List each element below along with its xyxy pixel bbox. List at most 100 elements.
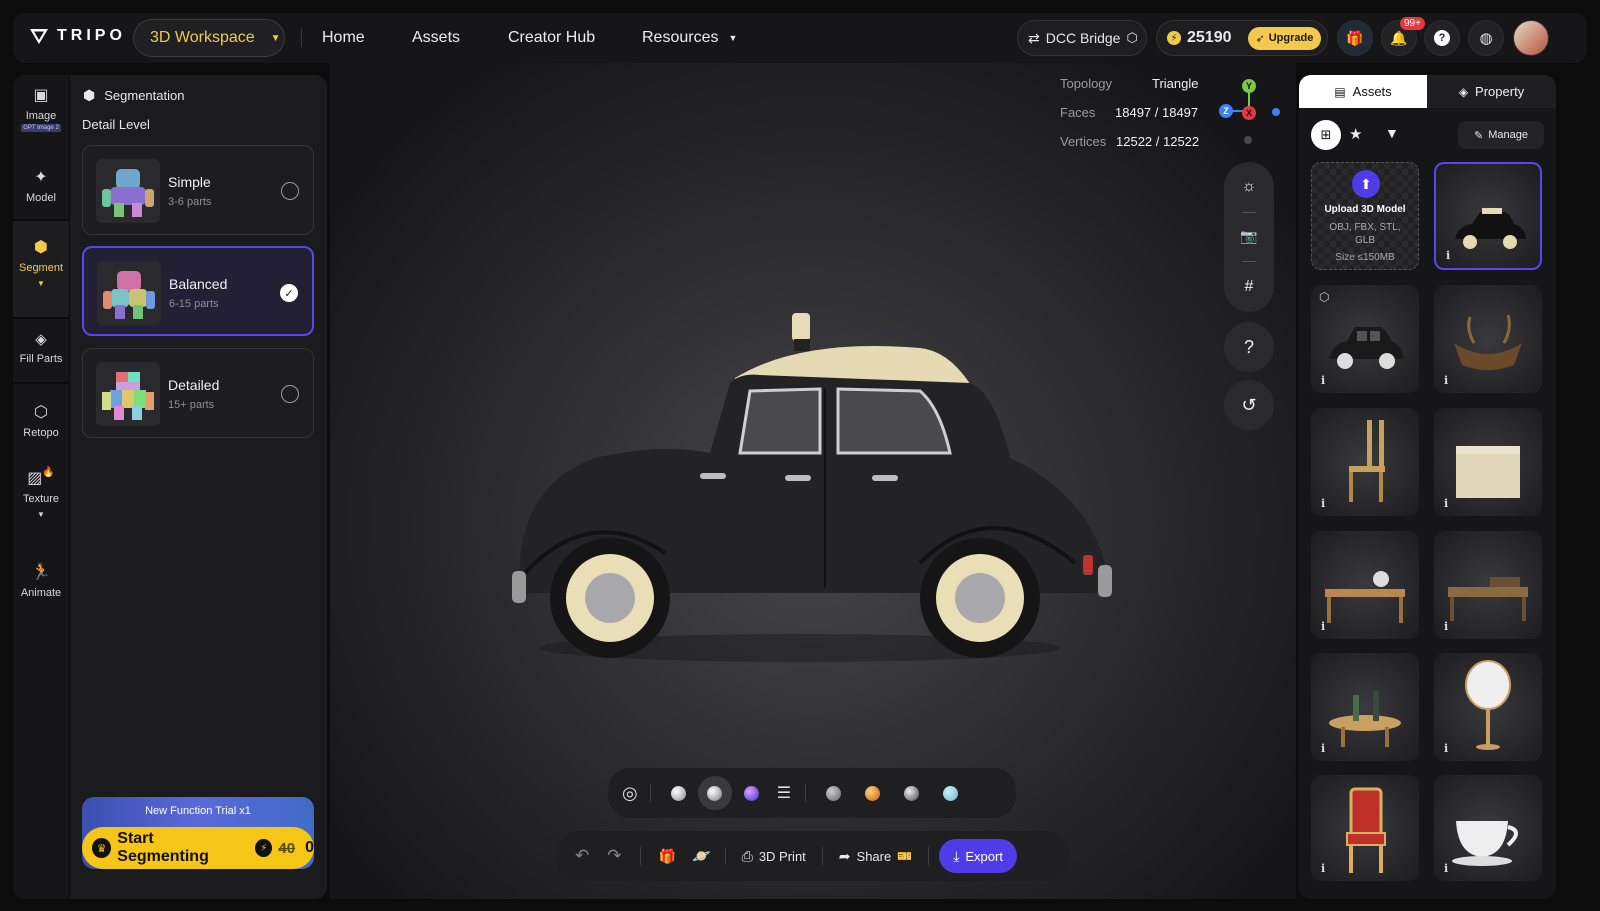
asset-card-taxi-selected[interactable]: i <box>1434 162 1542 270</box>
gift-icon[interactable]: 🎁 <box>659 848 676 865</box>
tripo-logo[interactable]: TRIPO <box>29 27 126 45</box>
asset-card-throne[interactable]: i <box>1311 775 1419 881</box>
rocket-icon: ➶ <box>1255 32 1265 45</box>
tab-property[interactable]: ◈ Property <box>1427 75 1556 108</box>
sidebar-item-texture[interactable]: ▨🔥 Texture ▼ <box>13 467 69 519</box>
export-button[interactable]: ⤓ Export <box>939 839 1017 873</box>
help-button[interactable]: ? <box>1424 20 1460 56</box>
archive-icon: ▤ <box>1334 84 1346 99</box>
camera-icon[interactable]: 📷 <box>1240 228 1257 245</box>
sidebar-item-animate[interactable]: 🏃 Animate <box>13 562 69 599</box>
start-segmenting-button[interactable]: ♛ Start Segmenting ⚡ 40 0 <box>82 827 314 869</box>
asset-card-chair[interactable]: i <box>1311 408 1419 516</box>
info-icon[interactable]: i <box>1444 374 1448 387</box>
nav-assets[interactable]: Assets <box>412 29 460 47</box>
writing-desk-thumbnail <box>1448 577 1528 621</box>
option-radio-checked[interactable]: ✓ <box>280 284 298 302</box>
asset-card-car[interactable]: ⬡ i <box>1311 285 1419 393</box>
user-avatar[interactable] <box>1513 20 1549 56</box>
asset-card-chest[interactable]: i <box>1434 408 1542 516</box>
upload-formats: OBJ, FBX, STL, GLB <box>1329 222 1401 246</box>
asset-card-boat[interactable]: i <box>1434 285 1542 393</box>
language-button[interactable]: ◍ <box>1468 20 1504 56</box>
info-icon[interactable]: i <box>1444 742 1448 755</box>
info-icon[interactable]: i <box>1444 862 1448 875</box>
tool-divider <box>1242 261 1256 263</box>
info-icon[interactable]: i <box>1321 620 1325 633</box>
3d-car-model[interactable] <box>500 303 1120 673</box>
view-tools-group: ☼ 📷 # <box>1224 162 1274 312</box>
upload-arrow-icon: ⬆ <box>1352 170 1380 198</box>
grid-hash-icon[interactable]: # <box>1245 278 1254 296</box>
sidebar-item-fill-parts[interactable]: ◈ Fill Parts <box>13 330 69 365</box>
upgrade-button[interactable]: ➶ Upgrade <box>1247 26 1322 50</box>
dcc-bridge-button[interactable]: ⇄ DCC Bridge ⬡ <box>1017 20 1147 56</box>
asset-card-table-bottles[interactable]: i <box>1311 653 1419 761</box>
asset-card-writing-desk[interactable]: i <box>1434 531 1542 639</box>
clay-sphere-button[interactable] <box>697 776 732 810</box>
undo-icon[interactable]: ↶ <box>575 846 589 866</box>
wireframe-globe-icon[interactable]: ◎ <box>622 783 638 804</box>
axis-gizmo[interactable]: Y Z X <box>1214 77 1284 144</box>
upload-model-card[interactable]: ⬆ Upload 3D Model OBJ, FBX, STL, GLB Siz… <box>1311 162 1419 270</box>
cube-icon: ⬡ <box>1126 30 1138 45</box>
sidebar-item-image[interactable]: ▣ Image GPT Image 2 <box>13 85 69 132</box>
metal-sphere-icon[interactable] <box>904 785 920 801</box>
gift-button[interactable]: 🎁 <box>1337 20 1373 56</box>
taxi-thumbnail <box>1455 208 1526 249</box>
option-radio[interactable] <box>281 182 299 200</box>
redo-icon[interactable]: ↷ <box>607 846 621 866</box>
nav-creator-hub[interactable]: Creator Hub <box>508 29 595 47</box>
normal-sphere-icon[interactable] <box>743 785 759 801</box>
help-tool-button[interactable]: ? <box>1224 322 1274 372</box>
asset-card-desk[interactable]: i <box>1311 531 1419 639</box>
filter-all-button[interactable]: ⊞ <box>1311 120 1341 150</box>
flame-icon: 🔥 <box>42 467 55 478</box>
info-icon[interactable]: i <box>1444 497 1448 510</box>
tab-assets[interactable]: ▤ Assets <box>1299 75 1427 108</box>
faces-stat: Faces 18497 / 18497 <box>1060 105 1200 123</box>
detail-option-detailed[interactable]: Detailed 15+ parts <box>82 348 314 438</box>
info-icon[interactable]: i <box>1321 497 1325 510</box>
share-arrow-icon: ➦ <box>838 847 851 864</box>
logo-text: TRIPO <box>57 27 126 44</box>
info-icon[interactable]: i <box>1321 742 1325 755</box>
3d-viewport[interactable]: Topology Triangle Faces 18497 / 18497 Ve… <box>330 63 1296 899</box>
history-tool-button[interactable]: ↺ <box>1224 380 1274 430</box>
info-icon[interactable]: i <box>1444 620 1448 633</box>
robot-thumbnail <box>96 159 160 223</box>
sidebar-item-label: Texture <box>22 493 60 505</box>
topology-stat: Topology Triangle <box>1060 76 1200 94</box>
detail-option-balanced[interactable]: Balanced 6-15 parts ✓ <box>82 246 314 336</box>
option-radio[interactable] <box>281 385 299 403</box>
nav-resources[interactable]: Resources ▼ <box>642 29 737 47</box>
favorites-star-icon[interactable]: ★ <box>1349 125 1362 143</box>
notifications-button[interactable]: 🔔 99+ <box>1381 17 1425 56</box>
sidebar-item-retopo[interactable]: ⬡ Retopo <box>13 402 69 439</box>
lighting-sun-icon[interactable]: ☼ <box>1242 178 1257 196</box>
info-icon[interactable]: i <box>1321 374 1325 387</box>
asset-card-mirror[interactable]: i <box>1434 653 1542 761</box>
sliders-icon[interactable]: ☰ <box>777 783 791 803</box>
orbit-icon[interactable]: 🪐 <box>692 847 711 865</box>
info-icon[interactable]: i <box>1446 249 1450 262</box>
nav-home[interactable]: Home <box>322 29 365 47</box>
sparkle-icon: ✦ <box>34 169 48 186</box>
asset-card-teacup[interactable]: i <box>1434 775 1542 881</box>
orange-sphere-icon[interactable] <box>865 785 881 801</box>
share-label: Share <box>856 848 892 864</box>
info-icon[interactable]: i <box>1321 862 1325 875</box>
filter-funnel-icon[interactable]: ▼ <box>1385 125 1399 141</box>
sidebar-item-segment[interactable]: ⬢ Segment ▼ <box>13 221 69 317</box>
manage-button[interactable]: ✎ Manage <box>1458 121 1544 149</box>
sidebar-item-label: Image <box>25 110 57 122</box>
workspace-dropdown[interactable]: 3D Workspace ▼ <box>133 19 285 57</box>
cyan-sphere-icon[interactable] <box>943 785 959 801</box>
gray-sphere-icon[interactable] <box>826 785 842 801</box>
3d-print-button[interactable]: ⎙ 3D Print <box>742 848 806 865</box>
matte-sphere-icon[interactable] <box>670 785 686 801</box>
sidebar-item-model[interactable]: ✦ Model <box>13 167 69 204</box>
detail-option-simple[interactable]: Simple 3-6 parts <box>82 145 314 235</box>
share-button[interactable]: ➦ Share 🎫 <box>839 848 912 865</box>
stat-label: Topology <box>1060 76 1113 91</box>
